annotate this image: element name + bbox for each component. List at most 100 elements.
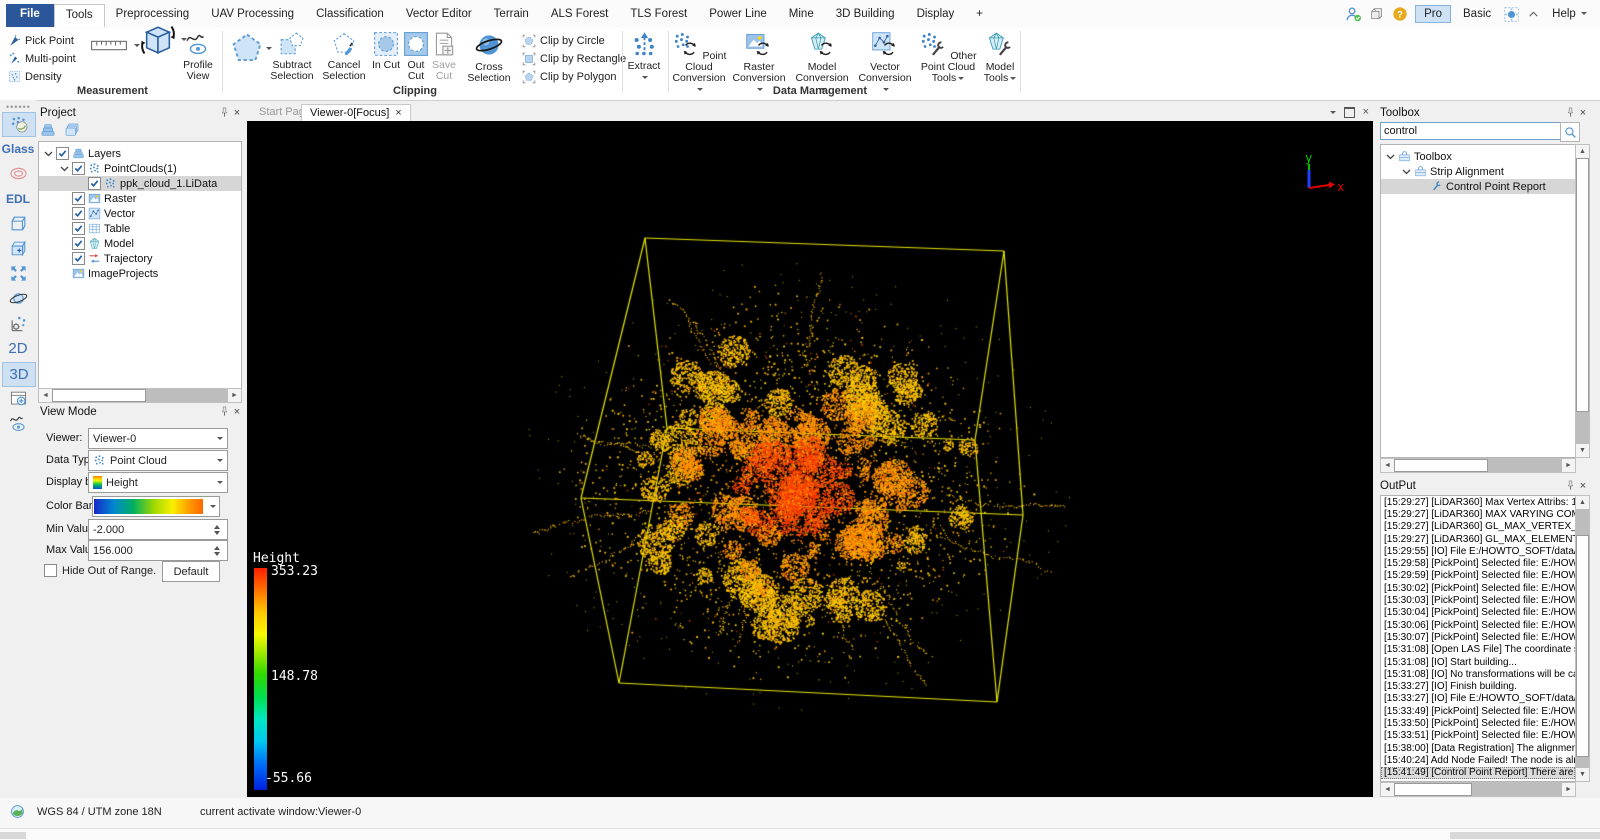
tree-item-vector[interactable]: Vector	[39, 206, 241, 221]
menu-tab-als-forest[interactable]: ALS Forest	[540, 4, 620, 27]
scroll-thumb[interactable]	[52, 389, 146, 402]
pick-point-button[interactable]: Pick Point	[8, 33, 74, 48]
view-2d-tool[interactable]: 2D	[2, 337, 34, 360]
tab-viewer-0[interactable]: Viewer-0[Focus] ×	[301, 104, 411, 121]
add-layer-icon[interactable]	[40, 122, 56, 138]
close-icon[interactable]: ×	[230, 106, 244, 119]
checkbox-icon[interactable]	[72, 252, 85, 265]
menu-tab-3d-building[interactable]: 3D Building	[825, 4, 906, 27]
checkbox-icon[interactable]	[72, 162, 85, 175]
menu-tab-file[interactable]: File	[6, 4, 54, 27]
toolbox-search-input[interactable]: control	[1380, 122, 1566, 140]
scroll-thumb[interactable]	[1394, 783, 1472, 796]
output-log-line[interactable]: [15:29:59] [PickPoint] Selected file: E:…	[1381, 570, 1575, 582]
hide-out-of-range-checkbox[interactable]: Hide Out of Range.	[44, 564, 156, 577]
output-log-line[interactable]: [15:29:27] [LiDAR360] GL_MAX_VERTEX_ATTR	[1381, 521, 1575, 533]
scroll-left-icon[interactable]: ◄	[39, 389, 52, 402]
tree-item-strip-alignment[interactable]: Strip Alignment	[1381, 164, 1575, 179]
close-icon[interactable]: ×	[1576, 106, 1590, 119]
menu-tab-tls-forest[interactable]: TLS Forest	[619, 4, 698, 27]
menu-tab-tools[interactable]: Tools	[54, 4, 105, 27]
basic-mode-button[interactable]: Basic	[1458, 6, 1496, 22]
pin-icon[interactable]	[1565, 107, 1576, 118]
scroll-down-icon[interactable]: ▼	[1576, 444, 1589, 457]
menu-tab-terrain[interactable]: Terrain	[483, 4, 540, 27]
tree-item-toolbox[interactable]: Toolbox	[1381, 149, 1575, 164]
menu-tab-vector-editor[interactable]: Vector Editor	[395, 4, 483, 27]
clip-by-circle-button[interactable]: Clip by Circle	[522, 32, 605, 49]
close-icon[interactable]: ×	[230, 405, 244, 418]
menu-tab-power-line[interactable]: Power Line	[698, 4, 778, 27]
output-log-line[interactable]: [15:38:00] [Data Registration] The align…	[1381, 742, 1575, 754]
point-display-tool[interactable]	[2, 112, 36, 137]
checkbox-icon[interactable]	[72, 222, 85, 235]
menu-tab-mine[interactable]: Mine	[778, 4, 825, 27]
scroll-right-icon[interactable]: ►	[1562, 459, 1575, 472]
menu-tab-uav-processing[interactable]: UAV Processing	[200, 4, 305, 27]
layer-group-icon[interactable]	[64, 122, 80, 138]
output-log-line[interactable]: [15:31:08] [IO] Start building...	[1381, 656, 1575, 668]
color-bar-select[interactable]	[92, 496, 220, 517]
project-hscrollbar[interactable]: ◄ ►	[38, 388, 242, 403]
expand-chevron-icon[interactable]	[1385, 152, 1395, 161]
cross-selection-button[interactable]: Cross Selection	[465, 31, 513, 84]
scroll-thumb[interactable]	[1576, 158, 1589, 412]
model-tools-button[interactable]: Model Tools	[980, 31, 1020, 84]
output-log-line[interactable]: [15:30:07] [PickPoint] Selected file: E:…	[1381, 631, 1575, 643]
expand-chevron-icon[interactable]	[59, 164, 69, 173]
tab-list-icon[interactable]	[1330, 111, 1336, 114]
default-button[interactable]: Default	[162, 561, 220, 582]
output-log-line[interactable]: [15:29:27] [LiDAR360] MAX VARYING COMPON	[1381, 508, 1575, 520]
output-log-line[interactable]: [15:29:55] [IO] File E:/HOWTO_SOFT/data/…	[1381, 545, 1575, 557]
output-log-line[interactable]: [15:29:27] [LiDAR360] Max Vertex Attribs…	[1381, 496, 1575, 508]
tree-item-ppk-cloud-1-lidata[interactable]: ppk_cloud_1.LiData	[39, 176, 241, 191]
checkbox-icon[interactable]	[72, 207, 85, 220]
output-log-line[interactable]: [15:31:08] [IO] No transformations will …	[1381, 668, 1575, 680]
expand-chevron-icon[interactable]	[43, 149, 53, 158]
pin-icon[interactable]	[219, 406, 230, 417]
menu-tab--[interactable]: +	[965, 4, 994, 27]
edl-tool[interactable]: EDL	[2, 187, 34, 210]
expand-chevron-icon[interactable]	[1401, 167, 1411, 176]
data-type-select[interactable]: Point Cloud	[88, 450, 228, 471]
viewer-3d-canvas[interactable]: y x Height 353.23 148.78 -55.66	[247, 121, 1373, 797]
contour-tool[interactable]	[2, 162, 34, 185]
scroll-thumb[interactable]	[1394, 459, 1488, 472]
view-3d-tool[interactable]: 3D	[2, 362, 36, 387]
ruler-measure-button[interactable]	[90, 38, 140, 53]
max-value-input[interactable]: 156.000	[88, 540, 228, 561]
toolbox-hscrollbar[interactable]: ◄ ►	[1380, 458, 1576, 473]
tree-item-model[interactable]: Model	[39, 236, 241, 251]
scroll-up-icon[interactable]: ▲	[1576, 145, 1589, 158]
min-value-input[interactable]: -2.000	[88, 519, 228, 540]
output-log-line[interactable]: [15:33:27] [IO] File E:/HOWTO_SOFT/data/…	[1381, 693, 1575, 705]
output-vscrollbar[interactable]: ▲ ▼	[1575, 495, 1590, 782]
license-stack-icon[interactable]	[1369, 6, 1385, 22]
scroll-left-icon[interactable]: ◄	[1381, 459, 1394, 472]
tree-item-trajectory[interactable]: Trajectory	[39, 251, 241, 266]
account-icon[interactable]	[1345, 6, 1362, 23]
display-by-select[interactable]: Height	[88, 472, 228, 493]
cancel-selection-button[interactable]: Cancel Selection	[320, 31, 368, 82]
menu-tab-classification[interactable]: Classification	[305, 4, 395, 27]
output-log-line[interactable]: [15:33:27] [IO] Finish building.	[1381, 680, 1575, 692]
orbit-tool[interactable]	[2, 287, 34, 310]
output-hscrollbar[interactable]: ◄ ►	[1380, 782, 1576, 797]
scroll-down-icon[interactable]: ▼	[1576, 768, 1589, 781]
spinner[interactable]	[211, 525, 223, 535]
output-log-line[interactable]: [15:33:51] [PickPoint] Selected file: E:…	[1381, 730, 1575, 742]
strip-drag-handle[interactable]: ••••••	[6, 102, 31, 112]
density-button[interactable]: Density	[8, 69, 62, 84]
pro-mode-button[interactable]: Pro	[1415, 5, 1451, 23]
clip-by-polygon-button[interactable]: Clip by Polygon	[522, 68, 616, 85]
tree-item-imageprojects[interactable]: ImageProjects	[39, 266, 241, 281]
scroll-right-icon[interactable]: ►	[228, 389, 241, 402]
scroll-up-icon[interactable]: ▲	[1576, 496, 1589, 509]
output-log-line[interactable]: [15:40:24] Add Node Failed! The node is …	[1381, 754, 1575, 766]
restore-window-icon[interactable]	[1344, 107, 1355, 118]
tab-close-icon[interactable]: ×	[395, 107, 401, 119]
scroll-thumb[interactable]	[1576, 535, 1589, 757]
menu-tab-display[interactable]: Display	[906, 4, 966, 27]
output-log-line[interactable]: [15:30:06] [PickPoint] Selected file: E:…	[1381, 619, 1575, 631]
checkbox-icon[interactable]	[88, 177, 101, 190]
